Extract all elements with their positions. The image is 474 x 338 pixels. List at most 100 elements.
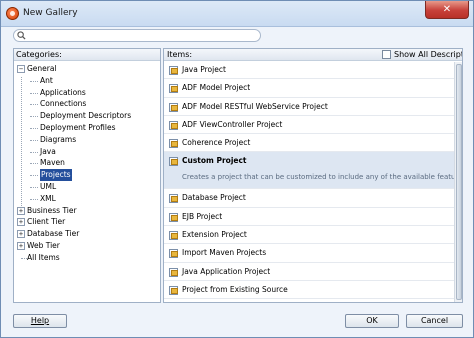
tree-item-label: Deployment Profiles xyxy=(40,122,116,132)
items-panel: Items: Show All Descriptions Java Projec… xyxy=(163,48,463,303)
gallery-item[interactable]: Project from Existing Source xyxy=(164,281,462,300)
project-icon xyxy=(169,231,178,241)
project-icon xyxy=(169,66,178,75)
tree-item-uml[interactable]: UML xyxy=(14,181,160,193)
gallery-item[interactable]: ADF Model Project xyxy=(164,79,462,98)
gallery-item-name: Database Project xyxy=(182,193,246,203)
expand-icon[interactable]: + xyxy=(17,206,25,215)
cancel-button[interactable]: Cancel xyxy=(406,314,463,328)
tree-item-label: Projects xyxy=(40,169,72,181)
gallery-item[interactable]: EJB Project xyxy=(164,208,462,227)
tree-branch-line xyxy=(30,163,38,165)
project-icon xyxy=(169,249,178,259)
tree-branch-line xyxy=(30,198,38,200)
show-all-checkbox[interactable] xyxy=(382,50,391,59)
help-button[interactable]: Help xyxy=(13,314,67,328)
new-gallery-dialog: New Gallery ✕ Categories: − General Ant App… xyxy=(0,0,474,338)
tree-item-label: Maven xyxy=(40,158,65,168)
tree-item-label: Diagrams xyxy=(40,134,77,144)
gallery-item[interactable]: Project from WAR File xyxy=(164,299,462,302)
tree-branch-line xyxy=(30,92,38,94)
categories-panel: Categories: − General Ant Applications Conne… xyxy=(13,48,161,303)
tree-item-connections[interactable]: Connections xyxy=(14,98,160,110)
gallery-item-name: EJB Project xyxy=(182,211,223,221)
items-list: Java Project ADF Model Project ADF Model R… xyxy=(164,61,463,302)
tree-item-label: UML xyxy=(40,181,57,191)
tree-item-all-items[interactable]: All Items xyxy=(14,252,160,264)
expand-icon[interactable]: + xyxy=(17,230,25,239)
tree-item-label: Connections xyxy=(40,99,87,109)
tree-item-deployment-profiles[interactable]: Deployment Profiles xyxy=(14,122,160,134)
gallery-item[interactable]: Extension Project xyxy=(164,226,462,245)
window-title: New Gallery xyxy=(23,8,78,18)
app-icon xyxy=(6,7,19,20)
project-icon xyxy=(169,194,178,204)
items-header: Items: Show All Descriptions xyxy=(164,49,462,61)
gallery-item[interactable]: Import Maven Projects xyxy=(164,244,462,263)
tree-item-label: All Items xyxy=(27,252,60,262)
gallery-item[interactable]: Java Application Project xyxy=(164,263,462,281)
search-box[interactable] xyxy=(13,29,261,42)
expand-icon[interactable]: + xyxy=(17,218,25,227)
ok-button[interactable]: OK xyxy=(345,314,399,328)
gallery-item[interactable]: ADF ViewController Project xyxy=(164,116,462,135)
gallery-item[interactable]: Database Project xyxy=(164,189,462,208)
tree-item-applications[interactable]: Applications xyxy=(14,87,160,99)
tree-branch-line xyxy=(30,139,38,141)
gallery-item[interactable]: ADF Model RESTful WebService Project xyxy=(164,98,462,116)
categories-header: Categories: xyxy=(14,49,160,61)
gallery-item-name: Import Maven Projects xyxy=(182,248,267,258)
help-button-label: Help xyxy=(30,316,50,325)
project-icon xyxy=(169,139,178,149)
expand-icon[interactable]: + xyxy=(17,241,25,250)
tree-item-label: Client Tier xyxy=(27,217,66,227)
gallery-item-name: ADF Model Project xyxy=(182,83,251,93)
tree-branch-line xyxy=(30,175,38,177)
gallery-item-name: ADF Model RESTful WebService Project xyxy=(182,101,328,111)
tree-item-general[interactable]: − General xyxy=(14,63,160,75)
tree-item-web-tier[interactable]: + Web Tier xyxy=(14,240,160,252)
tree-item-database-tier[interactable]: + Database Tier xyxy=(14,228,160,240)
tree-item-label: General xyxy=(27,64,57,73)
project-icon xyxy=(169,120,178,130)
tree-item-projects[interactable]: Projects xyxy=(14,169,160,181)
project-icon xyxy=(169,212,178,222)
tree-item-diagrams[interactable]: Diagrams xyxy=(14,134,160,146)
tree-branch-line xyxy=(30,186,38,188)
title-bar[interactable]: New Gallery ✕ xyxy=(1,1,473,27)
tree-item-label: Web Tier xyxy=(27,240,60,250)
gallery-item[interactable]: Coherence Project xyxy=(164,134,462,153)
tree-item-java[interactable]: Java xyxy=(14,146,160,158)
project-icon xyxy=(169,157,178,167)
tree-item-maven[interactable]: Maven xyxy=(14,157,160,169)
ok-button-label: OK xyxy=(366,316,378,325)
tree-branch-line xyxy=(30,151,38,153)
tree-item-business-tier[interactable]: + Business Tier xyxy=(14,205,160,217)
tree-item-xml[interactable]: XML xyxy=(14,193,160,205)
project-icon xyxy=(169,285,178,295)
tree-item-label: Deployment Descriptors xyxy=(40,111,132,121)
tree-item-label: Ant xyxy=(40,75,53,85)
gallery-item-name: ADF ViewController Project xyxy=(182,119,283,129)
gallery-item[interactable]: Java Project xyxy=(164,61,462,80)
tree-item-client-tier[interactable]: + Client Tier xyxy=(14,216,160,228)
gallery-item-description: Creates a project that can be customized… xyxy=(182,173,463,182)
scroll-thumb[interactable] xyxy=(456,64,462,300)
search-icon xyxy=(17,31,26,40)
gallery-item-name: Coherence Project xyxy=(182,138,251,148)
close-button[interactable]: ✕ xyxy=(425,1,469,19)
cancel-button-label: Cancel xyxy=(420,316,449,325)
gallery-item-name: Project from Existing Source xyxy=(182,284,288,294)
items-header-label: Items: xyxy=(167,50,193,59)
items-scrollbar[interactable] xyxy=(454,62,462,302)
tree-branch-line xyxy=(30,116,38,118)
collapse-icon[interactable]: − xyxy=(17,65,25,73)
tree-item-deployment-descriptors[interactable]: Deployment Descriptors xyxy=(14,110,160,122)
gallery-item[interactable]: Custom Project Creates a project that can… xyxy=(164,152,463,190)
tree-item-label: Database Tier xyxy=(27,229,80,239)
search-input[interactable] xyxy=(28,30,256,41)
categories-tree: − General Ant Applications Connections Deploy… xyxy=(14,61,160,264)
tree-item-ant[interactable]: Ant xyxy=(14,75,160,87)
gallery-item-name: Java Application Project xyxy=(182,266,271,276)
gallery-item-name: Java Project xyxy=(182,65,226,74)
